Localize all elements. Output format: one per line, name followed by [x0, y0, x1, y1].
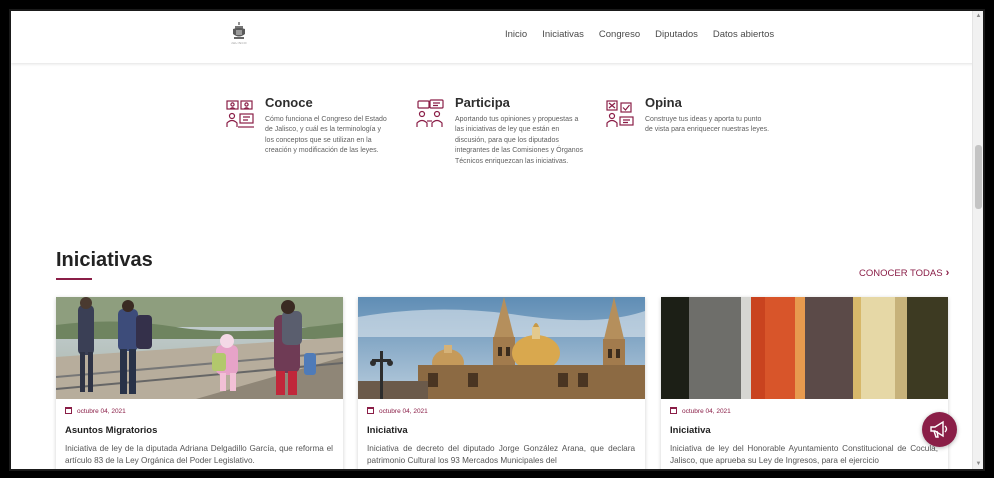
- people-screens-icon: [226, 100, 254, 128]
- card-title: Asuntos Migratorios: [65, 425, 158, 436]
- feature-title: Conoce: [265, 95, 313, 110]
- card-title: Iniciativa: [367, 425, 408, 436]
- card-date-text: octubre 04, 2021: [379, 408, 428, 415]
- scroll-thumb[interactable]: [975, 145, 982, 209]
- scroll-down-arrow[interactable]: ▼: [973, 459, 983, 469]
- card-date: octubre 04, 2021: [65, 407, 126, 415]
- discussion-icon: [416, 99, 444, 127]
- calendar-icon: [65, 407, 72, 414]
- card-excerpt: Iniciativa de decreto del diputado Jorge…: [367, 444, 635, 466]
- card-title: Iniciativa: [670, 425, 711, 436]
- chevron-right-icon: ›: [945, 267, 950, 279]
- calendar-icon: [670, 407, 677, 414]
- megaphone-icon: [930, 420, 948, 438]
- site-logo[interactable]: JALISCO: [219, 22, 259, 54]
- vertical-scrollbar[interactable]: ▲ ▼: [972, 11, 983, 469]
- browser-frame: JALISCO Inicio Iniciativas Congreso Dipu…: [9, 9, 985, 471]
- section-underline: [56, 278, 92, 280]
- main-nav: Inicio Iniciativas Congreso Diputados Da…: [505, 29, 774, 40]
- card-image-migrants: [56, 297, 343, 399]
- news-card[interactable]: octubre 04, 2021 Iniciativa Iniciativa d…: [661, 297, 948, 469]
- card-image-books: [661, 297, 948, 399]
- feature-description: Cómo funciona el Congreso del Estado de …: [265, 116, 387, 155]
- chat-button[interactable]: [922, 412, 957, 447]
- card-image-cathedral: [358, 297, 645, 399]
- calendar-icon: [367, 407, 374, 414]
- nav-iniciativas[interactable]: Iniciativas: [542, 29, 584, 40]
- vote-check-icon: [606, 100, 634, 127]
- card-date: octubre 04, 2021: [367, 407, 428, 415]
- nav-congreso[interactable]: Congreso: [599, 29, 640, 40]
- card-date: octubre 04, 2021: [670, 407, 731, 415]
- nav-datos-abiertos[interactable]: Datos abiertos: [713, 29, 774, 40]
- card-date-text: octubre 04, 2021: [77, 408, 126, 415]
- page-viewport: JALISCO Inicio Iniciativas Congreso Dipu…: [11, 11, 976, 469]
- feature-description: Aportando tus opiniones y propuestas a l…: [455, 116, 584, 165]
- feature-title: Opina: [645, 95, 682, 110]
- news-card[interactable]: octubre 04, 2021 Iniciativa Iniciativa d…: [358, 297, 645, 469]
- coat-of-arms-icon: [233, 22, 245, 39]
- see-all-label: CONOCER TODAS: [859, 268, 943, 279]
- scroll-up-arrow[interactable]: ▲: [973, 11, 983, 21]
- news-card[interactable]: octubre 04, 2021 Asuntos Migratorios Ini…: [56, 297, 343, 469]
- top-navbar: JALISCO Inicio Iniciativas Congreso Dipu…: [11, 11, 976, 63]
- feature-description: Construye tus ideas y aporta tu punto de…: [645, 116, 770, 134]
- see-all-link[interactable]: CONOCER TODAS ›: [859, 267, 949, 279]
- nav-diputados[interactable]: Diputados: [655, 29, 698, 40]
- card-excerpt: Iniciativa de ley de la diputada Adriana…: [65, 444, 333, 466]
- logo-caption: JALISCO: [230, 41, 247, 45]
- card-excerpt: Iniciativa de ley del Honorable Ayuntami…: [670, 444, 938, 466]
- card-date-text: octubre 04, 2021: [682, 408, 731, 415]
- nav-inicio[interactable]: Inicio: [505, 29, 527, 40]
- feature-title: Participa: [455, 95, 510, 110]
- section-title: Iniciativas: [56, 249, 153, 271]
